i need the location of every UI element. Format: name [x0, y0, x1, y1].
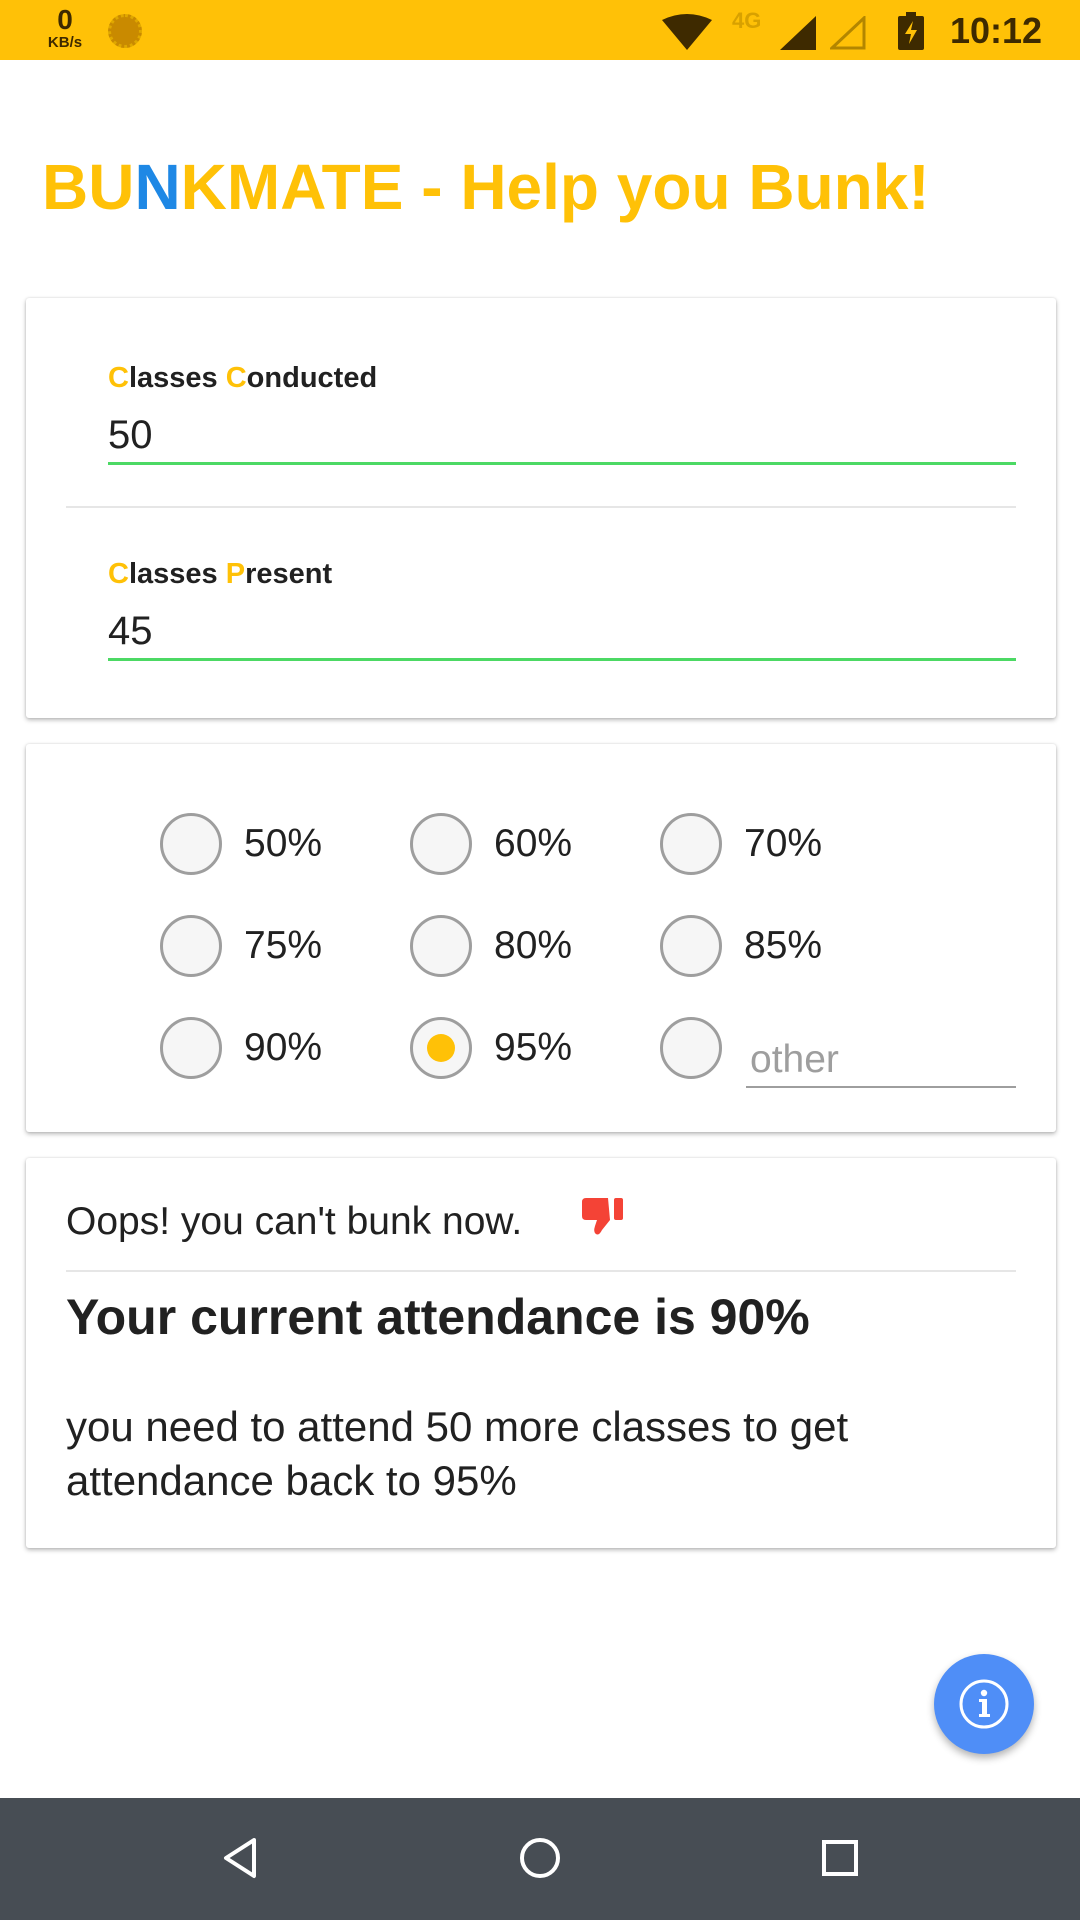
- radio-label: 50%: [244, 822, 323, 865]
- thumbs-down-icon: [582, 1198, 623, 1235]
- radio-label: 70%: [744, 822, 823, 865]
- radio-label: 95%: [494, 1026, 573, 1069]
- result-status: Oops! you can't bunk now.: [66, 1200, 523, 1243]
- page-title: BUNKMATE - Help you Bunk!: [42, 150, 930, 224]
- home-button[interactable]: [510, 1828, 570, 1888]
- radio-button[interactable]: [410, 915, 472, 977]
- result-card: Oops! you can't bunk now. Your current a…: [26, 1158, 1056, 1548]
- radio-label: 60%: [494, 822, 573, 865]
- info-button[interactable]: [934, 1654, 1034, 1754]
- radio-button[interactable]: [160, 915, 222, 977]
- radio-button[interactable]: [660, 915, 722, 977]
- radio-option-95[interactable]: 95%: [410, 1016, 572, 1080]
- radio-option-50[interactable]: 50%: [160, 812, 322, 876]
- classes-present-input[interactable]: [108, 605, 1016, 661]
- radio-option-75[interactable]: 75%: [160, 914, 322, 978]
- back-button[interactable]: [210, 1828, 270, 1888]
- home-icon: [520, 1838, 560, 1878]
- radio-option-70[interactable]: 70%: [660, 812, 822, 876]
- radio-button-selected[interactable]: [410, 1017, 472, 1079]
- radio-label: 80%: [494, 924, 573, 967]
- radio-button[interactable]: [660, 1017, 722, 1079]
- classes-conducted-field: Classes Conducted: [108, 362, 1016, 465]
- wifi-icon: [662, 14, 712, 50]
- classes-present-label: Classes Present: [108, 558, 1016, 591]
- clock: 10:12: [950, 10, 1043, 51]
- network-speed-value: 0: [57, 4, 73, 35]
- classes-conducted-input[interactable]: [108, 409, 1016, 465]
- attendance-advice: you need to attend 50 more classes to ge…: [66, 1403, 849, 1504]
- radio-option-80[interactable]: 80%: [410, 914, 572, 978]
- radio-option-90[interactable]: 90%: [160, 1016, 322, 1080]
- divider: [66, 506, 1016, 508]
- label-initial: C: [108, 558, 129, 590]
- navigation-bar: [0, 1798, 1080, 1920]
- network-speed-unit: KB/s: [47, 34, 83, 51]
- inputs-card: Classes Conducted Classes Present: [26, 298, 1056, 718]
- radio-option-other[interactable]: [660, 1016, 722, 1080]
- other-percentage-input[interactable]: [746, 1034, 1016, 1088]
- recents-button[interactable]: [810, 1828, 870, 1888]
- radio-button[interactable]: [410, 813, 472, 875]
- battery-charging-icon: [898, 12, 924, 50]
- title-part-1: BU: [42, 151, 135, 223]
- radio-label: 85%: [744, 924, 823, 967]
- radio-button[interactable]: [160, 813, 222, 875]
- classes-conducted-label: Classes Conducted: [108, 362, 1016, 395]
- target-percentage-card: 50% 60% 70% 75% 80% 85% 90% 95%: [26, 744, 1056, 1132]
- label-initial: C: [225, 362, 247, 394]
- title-part-2: KMATE - Help you Bunk!: [180, 151, 930, 223]
- radio-option-60[interactable]: 60%: [410, 812, 572, 876]
- current-attendance: Your current attendance is 90%: [66, 1289, 810, 1345]
- network-speed: 0 KB/s: [40, 4, 90, 51]
- radio-button[interactable]: [660, 813, 722, 875]
- signal-empty-icon: [830, 16, 866, 50]
- label-text: resent: [245, 558, 333, 590]
- classes-present-field: Classes Present: [108, 558, 1016, 661]
- label-initial: C: [108, 362, 129, 394]
- radio-button[interactable]: [160, 1017, 222, 1079]
- radio-label: 90%: [244, 1026, 323, 1069]
- recents-icon: [822, 1840, 858, 1876]
- label-text: onducted: [246, 362, 378, 394]
- signal-icon: [780, 16, 816, 50]
- info-icon: [959, 1679, 1009, 1729]
- back-icon: [224, 1838, 256, 1878]
- label-text: lasses: [128, 362, 226, 394]
- sun-icon: [108, 14, 142, 48]
- label-text: lasses: [128, 558, 226, 590]
- network-type: 4G: [732, 8, 762, 33]
- status-bar: 0 KB/s 4G 10:12: [0, 0, 1080, 60]
- radio-option-85[interactable]: 85%: [660, 914, 822, 978]
- title-accent-letter: N: [134, 151, 181, 223]
- label-initial: P: [225, 558, 246, 590]
- radio-label: 75%: [244, 924, 323, 967]
- divider: [66, 1270, 1016, 1272]
